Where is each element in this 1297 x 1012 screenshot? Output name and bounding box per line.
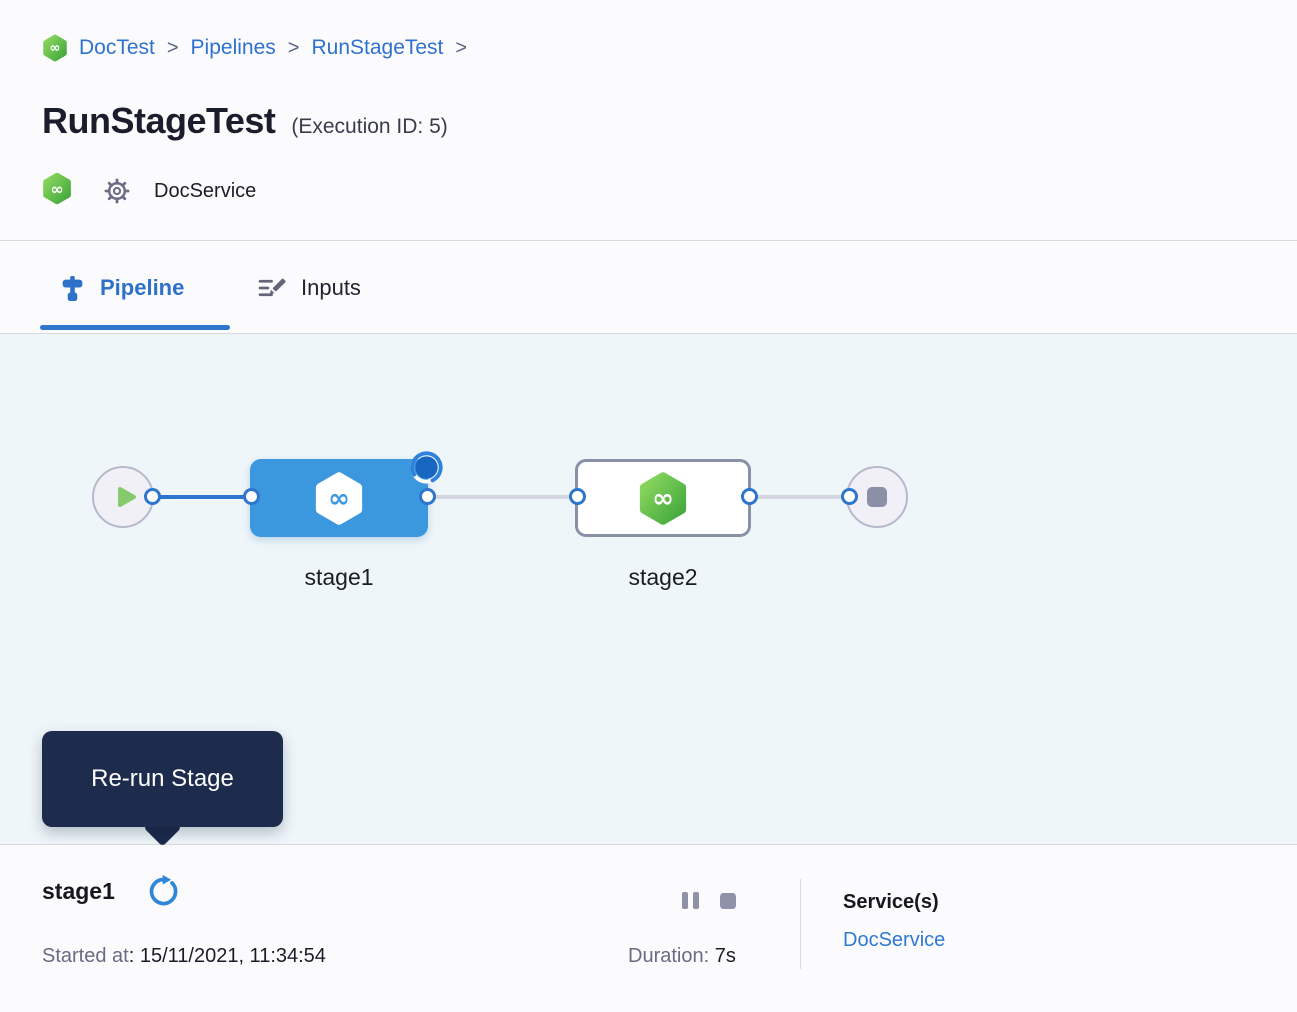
pipeline-icon (60, 275, 85, 302)
service-row: ∞ (42, 172, 256, 210)
connector-port (144, 488, 161, 505)
harness-logo-icon: ∞ (42, 34, 68, 62)
footer-stage-title: stage1 (42, 878, 115, 905)
pause-icon[interactable] (682, 892, 699, 909)
stage-node-stage2[interactable]: ∞ (575, 459, 751, 537)
execution-id-label: (Execution ID: 5) (291, 115, 447, 139)
stage-node-stage1[interactable]: ∞ (250, 459, 428, 537)
footer-divider (800, 879, 801, 969)
title-row: RunStageTest (Execution ID: 5) (42, 100, 448, 142)
service-name: DocService (154, 180, 256, 203)
tab-bar: Pipeline Inputs (0, 241, 1297, 334)
play-icon (110, 482, 140, 512)
breadcrumb-separator: > (166, 37, 180, 60)
stage1-label: stage1 (250, 564, 428, 591)
tooltip-text: Re-run Stage (91, 765, 234, 793)
connector-line-stage1-stage2 (427, 495, 577, 499)
connector-line-start-stage1 (152, 495, 252, 499)
duration: Duration: 7s (628, 945, 736, 968)
rerun-refresh-icon[interactable] (146, 874, 181, 914)
svg-text:∞: ∞ (328, 484, 350, 514)
tooltip-body: Re-run Stage (42, 731, 283, 827)
harness-logo-icon: ∞ (42, 172, 72, 210)
stop-icon[interactable] (720, 893, 736, 909)
rerun-stage-tooltip: Re-run Stage (42, 731, 283, 827)
connector-port (243, 488, 260, 505)
service-link[interactable]: DocService (843, 929, 945, 952)
connector-port (569, 488, 586, 505)
connector-port (419, 488, 436, 505)
connector-port (741, 488, 758, 505)
tab-pipeline[interactable]: Pipeline (60, 267, 184, 309)
stage2-label: stage2 (575, 564, 751, 591)
pipeline-execution-page: ∞ DocTest > Pipelines > RunStageTest > R… (0, 0, 1297, 1012)
breadcrumb-link-project[interactable]: DocTest (79, 36, 155, 60)
svg-text:∞: ∞ (652, 484, 674, 514)
services-label: Service(s) (843, 891, 939, 914)
execution-footer: stage1 Started at: 15/11/2021, 11:34:54 … (0, 844, 1297, 1012)
breadcrumb-separator: > (454, 37, 468, 60)
loading-spinner-icon (409, 450, 444, 485)
execution-header: ∞ DocTest > Pipelines > RunStageTest > R… (0, 0, 1297, 241)
gear-icon (104, 178, 130, 204)
inputs-edit-icon (257, 275, 286, 302)
svg-text:∞: ∞ (50, 179, 63, 198)
harness-stage-icon: ∞ (314, 471, 364, 526)
started-at-label: Started at (42, 945, 129, 967)
stop-icon (867, 487, 887, 507)
connector-line-stage2-end (749, 495, 849, 499)
connector-port (841, 488, 858, 505)
harness-stage-icon: ∞ (638, 471, 688, 526)
started-at-value: : 15/11/2021, 11:34:54 (129, 945, 326, 967)
tab-inputs-label: Inputs (301, 275, 361, 301)
started-at: Started at: 15/11/2021, 11:34:54 (42, 945, 326, 968)
duration-value: 7s (715, 945, 736, 967)
breadcrumb-link-pipelines[interactable]: Pipelines (191, 36, 276, 60)
breadcrumb: ∞ DocTest > Pipelines > RunStageTest > (42, 34, 468, 62)
tab-inputs[interactable]: Inputs (257, 267, 361, 309)
breadcrumb-separator: > (287, 37, 301, 60)
tab-pipeline-label: Pipeline (100, 275, 184, 301)
duration-label: Duration: (628, 945, 709, 967)
page-title: RunStageTest (42, 100, 275, 142)
svg-text:∞: ∞ (49, 41, 60, 56)
active-tab-indicator (40, 325, 230, 330)
breadcrumb-link-pipeline-name[interactable]: RunStageTest (311, 36, 443, 60)
